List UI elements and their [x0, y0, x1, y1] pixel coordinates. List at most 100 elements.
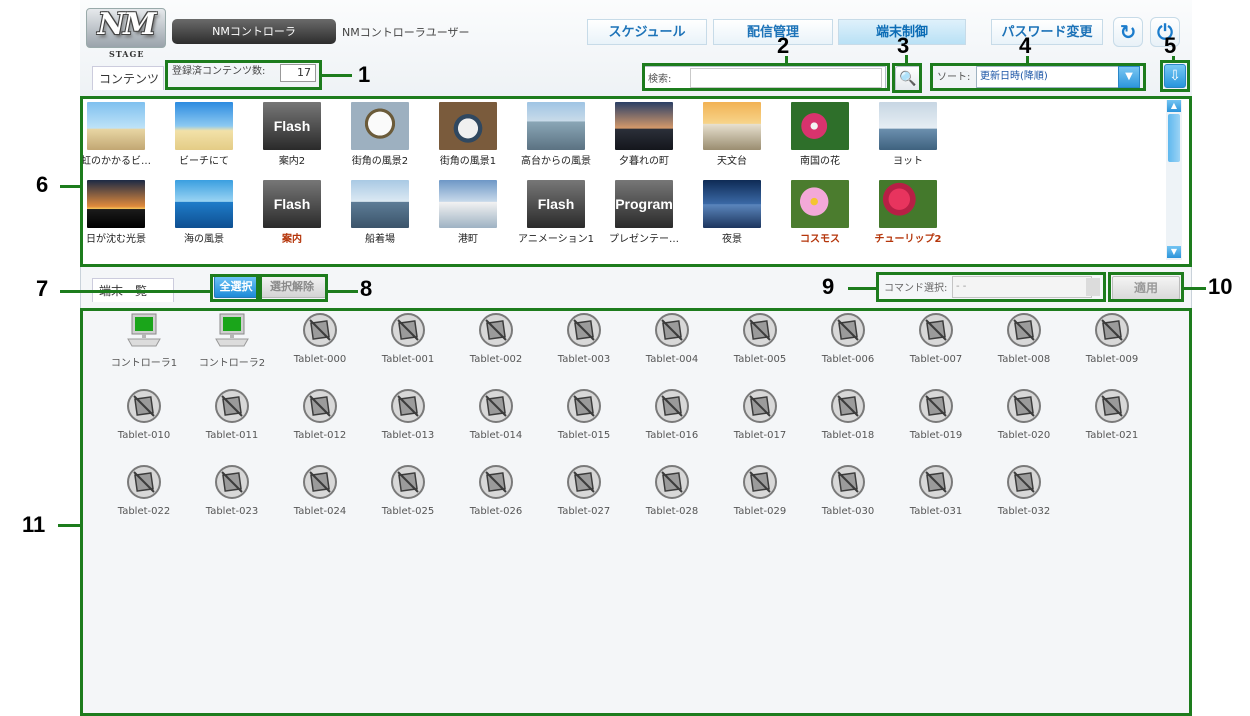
content-item[interactable]: Flash アニメーション1 — [511, 180, 601, 246]
terminal-tablet[interactable]: Tablet-028 — [628, 460, 716, 532]
terminal-tablet[interactable]: Tablet-027 — [540, 460, 628, 532]
terminal-tablet[interactable]: Tablet-018 — [804, 384, 892, 456]
terminal-label: Tablet-000 — [293, 354, 347, 365]
terminal-tablet[interactable]: Tablet-024 — [276, 460, 364, 532]
deselect-button[interactable]: 選択解除 — [258, 276, 326, 298]
terminal-tablet[interactable]: Tablet-023 — [188, 460, 276, 532]
terminal-tablet[interactable]: Tablet-011 — [188, 384, 276, 456]
tab-contents[interactable]: コンテンツ — [92, 66, 164, 90]
terminal-tablet[interactable]: Tablet-030 — [804, 460, 892, 532]
content-item[interactable]: Flash 案内 — [247, 180, 337, 246]
terminal-tablet[interactable]: Tablet-009 — [1068, 308, 1156, 380]
terminal-tablet[interactable]: Tablet-031 — [892, 460, 980, 532]
content-item[interactable]: 海の風景 — [159, 180, 249, 246]
content-item[interactable]: ヨット — [863, 102, 953, 168]
terminal-tablet[interactable]: Tablet-022 — [100, 460, 188, 532]
content-item[interactable]: 港町 — [423, 180, 513, 246]
tablet-offline-icon — [918, 464, 954, 500]
terminal-tablet[interactable]: Tablet-002 — [452, 308, 540, 380]
terminal-tablet[interactable]: Tablet-012 — [276, 384, 364, 456]
sort-select[interactable]: 更新日時(降順) — [976, 66, 1120, 88]
content-caption: 南国の花 — [800, 156, 840, 167]
content-item[interactable]: 天文台 — [687, 102, 777, 168]
content-item[interactable]: 日が沈む光景 — [71, 180, 161, 246]
terminal-tablet[interactable]: Tablet-026 — [452, 460, 540, 532]
terminal-tablet[interactable]: Tablet-003 — [540, 308, 628, 380]
content-item[interactable]: コスモス — [775, 180, 865, 246]
content-item[interactable]: 街角の風景1 — [423, 102, 513, 168]
content-item[interactable]: 南国の花 — [775, 102, 865, 168]
tablet-offline-icon — [302, 388, 338, 424]
terminal-label: Tablet-032 — [997, 506, 1051, 517]
content-item[interactable]: 高台からの風景 — [511, 102, 601, 168]
image-thumbnail — [175, 102, 233, 150]
content-caption: コスモス — [800, 234, 840, 245]
search-input[interactable] — [690, 68, 882, 88]
terminal-tablet[interactable]: Tablet-004 — [628, 308, 716, 380]
content-item[interactable]: 夜景 — [687, 180, 777, 246]
search-button[interactable]: 🔍 — [895, 66, 921, 92]
terminal-tablet[interactable]: Tablet-013 — [364, 384, 452, 456]
content-caption: 港町 — [458, 234, 478, 245]
callout-number: 6 — [36, 172, 49, 197]
terminal-controller[interactable]: コントローラ1 — [100, 308, 188, 380]
command-select[interactable]: - - — [952, 276, 1092, 298]
terminal-tablet[interactable]: Tablet-014 — [452, 384, 540, 456]
terminal-label: Tablet-016 — [645, 430, 699, 441]
terminal-label: Tablet-013 — [381, 430, 435, 441]
terminal-tablet[interactable]: Tablet-019 — [892, 384, 980, 456]
terminal-tablet[interactable]: Tablet-016 — [628, 384, 716, 456]
tablet-offline-icon — [478, 388, 514, 424]
terminal-tablet[interactable]: Tablet-025 — [364, 460, 452, 532]
terminal-tablet[interactable]: Tablet-015 — [540, 384, 628, 456]
terminal-tablet[interactable]: Tablet-006 — [804, 308, 892, 380]
terminal-label: Tablet-021 — [1085, 430, 1139, 441]
scrollbar-thumb[interactable] — [1168, 114, 1180, 162]
tablet-offline-icon — [742, 464, 778, 500]
tablet-offline-icon — [302, 312, 338, 348]
terminal-tablet[interactable]: Tablet-032 — [980, 460, 1068, 532]
content-caption: 夜景 — [722, 234, 742, 245]
image-thumbnail — [879, 180, 937, 228]
content-item[interactable]: 夕暮れの町 — [599, 102, 689, 168]
terminal-controller[interactable]: コントローラ2 — [188, 308, 276, 380]
controller-button[interactable]: NMコントローラ — [172, 19, 336, 44]
content-item[interactable]: 虹のかかるビ… — [71, 102, 161, 168]
scroll-down-icon[interactable]: ▼ — [1167, 246, 1181, 258]
sort-dropdown-icon[interactable]: ▼ — [1118, 66, 1140, 88]
reload-button[interactable]: ↻ — [1113, 17, 1143, 47]
terminal-tablet[interactable]: Tablet-029 — [716, 460, 804, 532]
tab-delivery[interactable]: 配信管理 — [713, 19, 833, 45]
callout-number: 5 — [1164, 33, 1177, 58]
content-item[interactable]: 船着場 — [335, 180, 425, 246]
content-caption: チューリップ2 — [874, 234, 942, 245]
terminal-tablet[interactable]: Tablet-000 — [276, 308, 364, 380]
select-all-button[interactable]: 全選択 — [214, 276, 258, 298]
terminal-tablet[interactable]: Tablet-017 — [716, 384, 804, 456]
terminal-tablet[interactable]: Tablet-005 — [716, 308, 804, 380]
image-thumbnail — [351, 102, 409, 150]
tab-schedule[interactable]: スケジュール — [587, 19, 707, 45]
apply-button[interactable]: 適用 — [1112, 276, 1180, 300]
content-item[interactable]: 街角の風景2 — [335, 102, 425, 168]
callout-number: 1 — [358, 62, 371, 87]
terminal-tablet[interactable]: Tablet-021 — [1068, 384, 1156, 456]
terminal-tablet[interactable]: Tablet-008 — [980, 308, 1068, 380]
command-dropdown-icon[interactable] — [1086, 278, 1100, 296]
terminal-tablet[interactable]: Tablet-020 — [980, 384, 1068, 456]
content-item[interactable]: Program プレゼンテー… — [599, 180, 689, 246]
tablet-offline-icon — [742, 312, 778, 348]
download-button[interactable]: ⇩ — [1164, 64, 1186, 88]
content-item[interactable]: Flash 案内2 — [247, 102, 337, 168]
content-scrollbar[interactable]: ▲ ▼ — [1166, 100, 1182, 260]
terminal-label: Tablet-026 — [469, 506, 523, 517]
scroll-up-icon[interactable]: ▲ — [1167, 100, 1181, 112]
terminal-tablet[interactable]: Tablet-007 — [892, 308, 980, 380]
terminal-label: Tablet-010 — [117, 430, 171, 441]
terminal-tablet[interactable]: Tablet-010 — [100, 384, 188, 456]
content-item[interactable]: ビーチにて — [159, 102, 249, 168]
terminal-tablet[interactable]: Tablet-001 — [364, 308, 452, 380]
change-password-button[interactable]: パスワード変更 — [991, 19, 1103, 45]
image-thumbnail — [439, 102, 497, 150]
content-item[interactable]: チューリップ2 — [863, 180, 953, 246]
